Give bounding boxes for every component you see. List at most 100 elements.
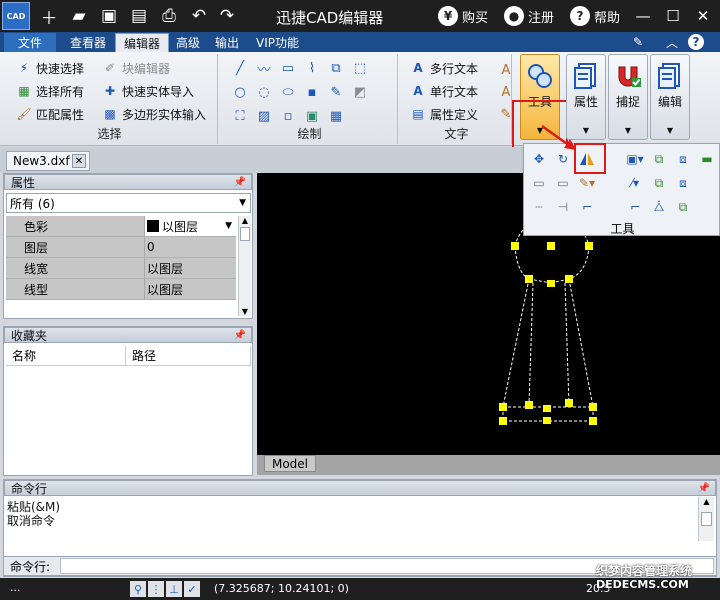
scroll-up-icon[interactable]: ▲ — [239, 216, 251, 225]
scroll-down-icon[interactable]: ▼ — [239, 307, 251, 316]
help-question-icon[interactable]: ? — [688, 34, 704, 50]
fillet-icon[interactable]: ⌐ — [578, 198, 596, 216]
tab-viewer[interactable]: 查看器 — [62, 33, 114, 52]
chamfer-icon[interactable]: ⌐ — [626, 198, 644, 216]
pin-icon[interactable]: 📌 — [234, 330, 246, 341]
open-folder-icon[interactable]: ▰ — [68, 5, 90, 27]
save-as-icon[interactable]: ▤ — [128, 5, 150, 27]
path-column-header[interactable]: 路径 — [126, 346, 251, 365]
quick-select-icon: ⚡ — [19, 61, 29, 75]
scroll-thumb[interactable] — [240, 227, 250, 241]
block-editor-button[interactable]: ✐ 块编辑器 — [102, 58, 170, 78]
command-scrollbar[interactable]: ▲ — [698, 497, 714, 541]
property-row[interactable]: 线型 以图层 — [6, 279, 236, 300]
insert-block-icon[interactable]: ⧉ — [328, 60, 344, 76]
dashed-line-icon[interactable]: ┄ — [530, 198, 548, 216]
scale-icon[interactable]: ⧈ — [674, 150, 692, 168]
shape-icon[interactable]: ◩ — [352, 84, 368, 100]
text-edit-icon[interactable]: A — [498, 84, 514, 100]
menu-bar: 文件 查看器 编辑器 高级 输出 VIP功能 ✎ ︿ ? — [0, 32, 720, 52]
tab-advanced[interactable]: 高级 — [168, 33, 208, 52]
wipeout-icon[interactable]: ▫ — [280, 108, 296, 124]
print-icon[interactable]: ⎙ — [158, 5, 180, 27]
pin-icon[interactable]: 📌 — [698, 483, 710, 494]
pin-icon[interactable]: 📌 — [234, 177, 246, 188]
tab-editor[interactable]: 编辑器 — [115, 33, 170, 52]
polyline-icon[interactable]: 〰 — [256, 60, 272, 78]
extend-icon[interactable]: ▭ — [554, 174, 572, 192]
rectangle-icon[interactable]: ▭ — [280, 60, 296, 76]
image-icon[interactable]: ▣ — [304, 108, 320, 124]
text-style-icon[interactable]: A — [498, 62, 514, 78]
close-tab-icon[interactable]: ✕ — [72, 154, 86, 168]
array-icon[interactable]: ▣▾ — [626, 150, 644, 168]
properties-scrollbar[interactable]: ▲ ▼ — [238, 216, 251, 316]
property-value[interactable]: 以图层 ▼ — [144, 216, 236, 237]
select-all-button[interactable]: ▦ 选择所有 — [16, 81, 84, 101]
single-text-button[interactable]: A 单行文本 — [410, 81, 478, 101]
redo-icon[interactable]: ↷ — [216, 5, 238, 27]
document-tab[interactable]: New3.dxf ✕ — [6, 151, 90, 171]
join-icon[interactable]: ⧉ — [650, 174, 668, 192]
collapse-ribbon-icon[interactable]: ︿ — [664, 34, 680, 50]
lengthen-icon[interactable]: ⊣ — [554, 198, 572, 216]
match-properties-button[interactable]: 🖌 匹配属性 — [16, 104, 84, 124]
edit-button[interactable]: 编辑 ▼ — [650, 54, 690, 140]
pencil-icon[interactable]: ✎ — [328, 84, 344, 100]
mtext-button[interactable]: A 多行文本 — [410, 58, 478, 78]
scroll-thumb[interactable] — [701, 512, 712, 526]
undo-icon[interactable]: ↶ — [188, 5, 210, 27]
tab-output[interactable]: 输出 — [207, 33, 247, 52]
polygon-entity-input-button[interactable]: ▩ 多边形实体输入 — [102, 104, 206, 124]
group-icon[interactable]: ⧉ — [674, 198, 692, 216]
help-button[interactable]: ? 帮助 — [570, 6, 620, 26]
spline-icon[interactable]: ⌇ — [304, 60, 320, 76]
line-icon[interactable]: ╱ — [232, 60, 248, 76]
table-icon[interactable]: ▦ — [328, 108, 344, 124]
pen-icon[interactable]: ✎ — [630, 34, 646, 50]
offset-icon[interactable]: ✎▾ — [578, 174, 596, 192]
tab-vip[interactable]: VIP功能 — [248, 33, 307, 52]
name-column-header[interactable]: 名称 — [6, 346, 126, 365]
region-icon[interactable]: ⬚ — [352, 60, 368, 76]
trim-icon[interactable]: ▭ — [530, 174, 548, 192]
hatch-icon[interactable]: ▨ — [256, 108, 272, 124]
align-icon[interactable]: ⧊ — [650, 198, 668, 216]
minimize-icon[interactable]: — — [632, 6, 654, 26]
attribute-definition-button[interactable]: ▤ 属性定义 — [410, 104, 478, 124]
ortho-toggle-icon[interactable]: ⊥ — [166, 581, 182, 597]
property-row[interactable]: 线宽 以图层 — [6, 258, 236, 279]
lineweight-toggle-icon[interactable]: ✓ — [184, 581, 200, 597]
arc-icon[interactable]: ◌ — [256, 84, 272, 100]
save-icon[interactable]: ▣ — [98, 5, 120, 27]
quick-select-button[interactable]: ⚡ 快速选择 — [16, 58, 84, 78]
circle-icon[interactable]: ○ — [232, 84, 248, 100]
bounding-box-icon[interactable]: ⛶ — [232, 108, 248, 124]
property-row[interactable]: 图层 0 — [6, 237, 236, 258]
snap-toggle-icon[interactable]: ⚲ — [130, 581, 146, 597]
stretch-icon[interactable]: ▬ — [698, 150, 716, 168]
ellipse-icon[interactable]: ⬭ — [280, 84, 296, 100]
buy-button[interactable]: ¥ 购买 — [438, 6, 488, 26]
status-dots[interactable]: ... — [10, 581, 21, 594]
scroll-up-icon[interactable]: ▲ — [699, 497, 714, 506]
app-logo: CAD — [2, 2, 30, 30]
property-row[interactable]: 色彩 以图层 ▼ — [6, 216, 236, 237]
property-value[interactable]: 以图层 — [144, 279, 236, 300]
copy-icon[interactable]: ⧉ — [650, 150, 668, 168]
grid-toggle-icon[interactable]: ⋮ — [148, 581, 164, 597]
register-button[interactable]: ● 注册 — [504, 6, 554, 26]
snap-button[interactable]: 捕捉 ▼ — [608, 54, 648, 140]
property-value[interactable]: 以图层 — [144, 258, 236, 279]
model-tab[interactable]: Model — [264, 455, 316, 472]
explode-icon[interactable]: ⧈ — [674, 174, 692, 192]
close-icon[interactable]: ✕ — [692, 6, 714, 26]
quick-entity-import-button[interactable]: ✚ 快速实体导入 — [102, 81, 194, 101]
selection-dropdown[interactable]: 所有 (6) ▼ — [6, 193, 251, 213]
new-icon[interactable]: ＋ — [38, 5, 60, 29]
file-menu[interactable]: 文件 — [4, 33, 56, 52]
break-icon[interactable]: ⁄▾ — [626, 174, 644, 192]
property-value[interactable]: 0 — [144, 237, 236, 258]
point-icon[interactable]: ▪ — [304, 84, 320, 100]
maximize-icon[interactable]: ☐ — [662, 6, 684, 26]
